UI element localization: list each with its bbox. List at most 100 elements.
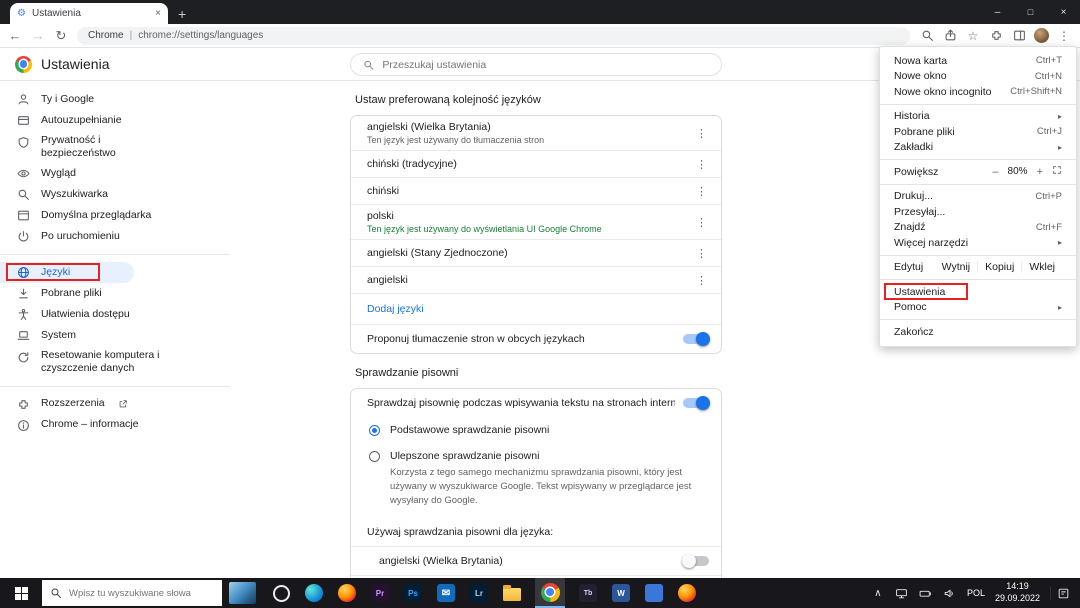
browser-tab-ustawienia[interactable]: ⚙ Ustawienia × (10, 3, 168, 24)
reload-icon[interactable]: ↻ (54, 29, 68, 43)
lightroom-icon[interactable]: Lr (469, 583, 489, 603)
add-languages-link[interactable]: Dodaj języki (351, 293, 721, 324)
menu-item-settings[interactable]: Ustawienia (880, 282, 1076, 300)
cortana-icon[interactable] (271, 583, 291, 603)
profile-avatar[interactable] (1034, 28, 1049, 43)
sidebar-item-jezyki[interactable]: Języki (0, 262, 134, 284)
more-options-icon[interactable]: ⋮ (686, 185, 717, 198)
more-options-icon[interactable]: ⋮ (686, 216, 717, 229)
firefox-icon[interactable] (337, 583, 357, 603)
photoshop-icon[interactable]: Ps (403, 583, 423, 603)
sidebar-item-ty-i-google[interactable]: Ty i Google (0, 89, 230, 110)
word-icon[interactable]: W (611, 583, 631, 603)
thunderbird-icon[interactable]: Tb (578, 583, 598, 603)
radio-unselected-icon[interactable] (369, 451, 380, 462)
menu-item-bookmarks[interactable]: Zakładki ▸ (880, 140, 1076, 156)
sidebar-item-prywatnosc[interactable]: Prywatność i bezpieczeństwo (0, 131, 230, 163)
sidebar-item-domyslna-przegladarka[interactable]: Domyślna przeglądarka (0, 205, 230, 226)
sidebar-divider (0, 385, 230, 387)
taskbar-search-input[interactable] (69, 587, 214, 599)
sidebar-item-rozszerzenia[interactable]: Rozszerzenia (0, 394, 230, 415)
settings-search[interactable] (350, 53, 722, 76)
menu-item-new-window[interactable]: Nowe okno Ctrl+N (880, 69, 1076, 85)
more-options-icon[interactable]: ⋮ (686, 247, 717, 260)
window-close-button[interactable]: × (1047, 0, 1080, 24)
menu-item-help[interactable]: Pomoc ▸ (880, 300, 1076, 316)
language-name: chiński (tradycyjne) (367, 158, 457, 170)
back-icon[interactable]: ← (8, 29, 22, 43)
menu-item-print[interactable]: Drukuj... Ctrl+P (880, 189, 1076, 205)
spell-language-row: angielski (Wielka Brytania) (351, 546, 721, 575)
sidebar-item-autouzupelnianie[interactable]: Autouzupełnianie (0, 110, 230, 131)
menu-item-history[interactable]: Historia ▸ (880, 109, 1076, 125)
enhanced-spellcheck-option[interactable]: Ulepszone sprawdzanie pisowni Korzysta z… (351, 443, 721, 514)
sidebar-item-chrome-informacje[interactable]: Chrome – informacje (0, 415, 230, 436)
more-options-icon[interactable]: ⋮ (686, 158, 717, 171)
settings-header-left: Ustawienia (0, 55, 109, 73)
sidebar-item-po-uruchomieniu[interactable]: Po uruchomieniu (0, 226, 230, 247)
notification-center-icon[interactable] (1050, 586, 1076, 600)
file-explorer-icon[interactable] (502, 583, 522, 603)
chrome-icon-active[interactable] (535, 578, 565, 608)
settings-search-input[interactable] (382, 58, 709, 71)
menu-item-downloads[interactable]: Pobrane pliki Ctrl+J (880, 124, 1076, 140)
firefox-icon-2[interactable] (677, 583, 697, 603)
side-panel-icon[interactable] (1011, 28, 1027, 44)
address-bar[interactable]: Chrome | chrome://settings/languages (77, 26, 910, 45)
sidebar-item-label: Rozszerzenia (41, 397, 105, 410)
sidebar-item-wyglad[interactable]: Wygląd (0, 163, 230, 184)
window-maximize-button[interactable]: □ (1014, 0, 1047, 24)
extensions-icon[interactable] (988, 28, 1004, 44)
search-icon (364, 60, 374, 70)
clock[interactable]: 14:19 29.09.2022 (995, 581, 1040, 604)
menu-item-new-tab[interactable]: Nowa karta Ctrl+T (880, 53, 1076, 69)
blue-app-icon[interactable] (644, 583, 664, 603)
spell-language-toggle[interactable] (682, 554, 709, 569)
radio-selected-icon[interactable] (369, 425, 380, 436)
menu-item-incognito[interactable]: Nowe okno incognito Ctrl+Shift+N (880, 84, 1076, 100)
battery-icon[interactable] (919, 586, 933, 600)
sidebar-item-ulatwienia-dostepu[interactable]: Ułatwienia dostępu (0, 304, 230, 325)
mail-icon[interactable]: ✉ (436, 583, 456, 603)
submenu-arrow-icon: ▸ (1057, 111, 1062, 121)
menu-item-more-tools[interactable]: Więcej narzędzi ▸ (880, 235, 1076, 251)
new-tab-button[interactable]: + (178, 7, 186, 21)
sidebar-item-label: Prywatność i bezpieczeństwo (41, 134, 116, 160)
basic-spellcheck-option[interactable]: Podstawowe sprawdzanie pisowni (351, 417, 721, 443)
translate-toggle[interactable] (683, 332, 710, 346)
bookmark-star-icon[interactable]: ☆ (965, 28, 981, 44)
zoom-in-button[interactable]: + (1037, 166, 1043, 178)
menu-item-find[interactable]: Znajdź Ctrl+F (880, 220, 1076, 236)
forward-icon[interactable]: → (31, 29, 45, 43)
taskbar-search[interactable] (42, 580, 222, 606)
news-widget-thumbnail[interactable] (229, 582, 256, 604)
start-button[interactable] (0, 578, 42, 608)
keyboard-language-indicator[interactable]: POL (967, 588, 985, 598)
sidebar-item-wyszukiwarka[interactable]: Wyszukiwarka (0, 184, 230, 205)
sidebar-item-pobrane-pliki[interactable]: Pobrane pliki (0, 283, 230, 304)
share-icon[interactable] (942, 28, 958, 44)
window-minimize-button[interactable]: – (981, 0, 1014, 24)
tab-close-icon[interactable]: × (155, 8, 161, 19)
sidebar-item-system[interactable]: System (0, 325, 230, 346)
premiere-icon[interactable]: Pr (370, 583, 390, 603)
fullscreen-icon[interactable] (1052, 165, 1062, 178)
cut-button[interactable]: Wytnij (935, 261, 978, 273)
paste-button[interactable]: Wklej (1021, 261, 1062, 274)
sidebar-item-label: Wygląd (41, 167, 76, 180)
sidebar-item-resetowanie[interactable]: Resetowanie komputera i czyszczenie dany… (0, 346, 230, 378)
network-icon[interactable] (895, 586, 909, 600)
volume-icon[interactable] (943, 586, 957, 600)
copy-button[interactable]: Kopiuj (977, 261, 1021, 274)
more-options-icon[interactable]: ⋮ (686, 274, 717, 287)
spellcheck-toggle[interactable] (683, 396, 710, 410)
zoom-out-button[interactable]: – (992, 166, 998, 178)
kebab-menu-icon[interactable]: ⋮ (1056, 28, 1072, 44)
menu-item-label: Zakończ (894, 325, 934, 338)
more-options-icon[interactable]: ⋮ (686, 127, 717, 140)
menu-item-exit[interactable]: Zakończ (880, 324, 1076, 340)
menu-item-cast[interactable]: Przesyłaj... (880, 204, 1076, 220)
edge-icon[interactable] (304, 583, 324, 603)
tray-chevron-up-icon[interactable]: ∧ (871, 586, 885, 600)
zoom-icon[interactable] (919, 28, 935, 44)
